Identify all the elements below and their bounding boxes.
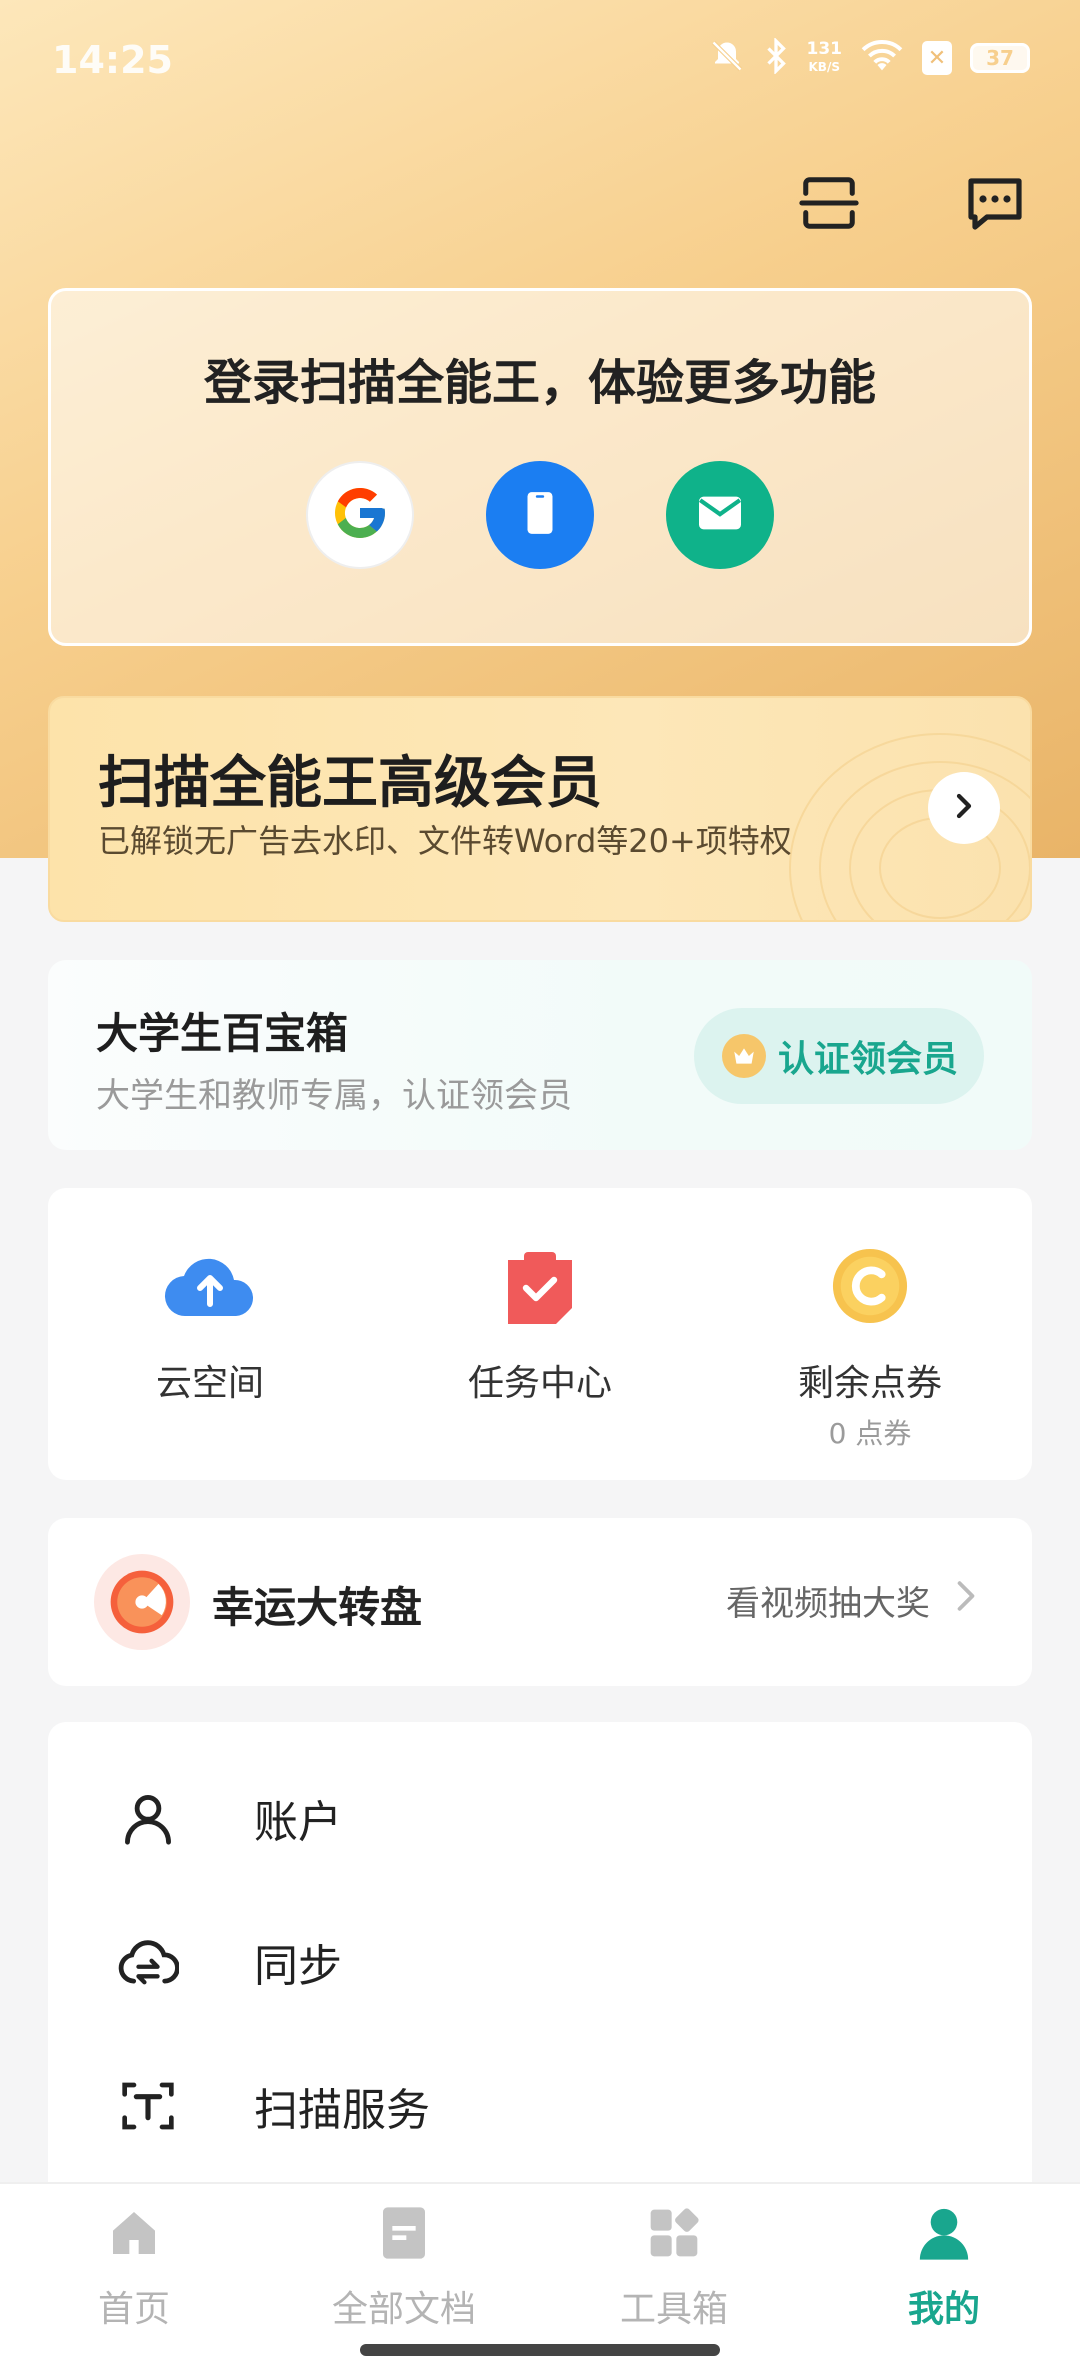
email-login-button[interactable] (666, 461, 774, 569)
tab-me-label: 我的 (907, 2289, 980, 2330)
status-time: 14:25 (52, 38, 173, 82)
coupons-count: 0 点券 (828, 1417, 912, 1450)
lucky-wheel-card[interactable]: 幸运大转盘 看视频抽大奖 (48, 1518, 1032, 1686)
crown-icon (721, 1034, 766, 1078)
vip-subtitle: 已解锁无广告去水印、文件转Word等20+项特权 (98, 822, 792, 860)
tab-home-label: 首页 (97, 2289, 170, 2330)
menu-item-sync[interactable]: 同步 (48, 1902, 1032, 2022)
tab-toolbox-label: 工具箱 (619, 2289, 728, 2330)
lucky-wheel-link-label: 看视频抽大奖 (726, 1584, 930, 1624)
net-speed-unit: KB/S (808, 60, 840, 74)
text-scan-icon (116, 2074, 180, 2138)
login-card: 登录扫描全能王，体验更多功能 (48, 288, 1032, 646)
net-speed: 131 KB/S (807, 40, 843, 76)
status-bar: 14:25 131 KB/S ✕ 37 (0, 0, 1080, 120)
vip-title: 扫描全能王高级会员 (98, 751, 602, 816)
student-title: 大学生百宝箱 (96, 1009, 349, 1058)
toolbox-icon (639, 2198, 709, 2268)
email-icon (692, 485, 748, 545)
user-icon (116, 1786, 180, 1850)
menu-label-scan-service: 扫描服务 (254, 2085, 430, 2136)
phone-login-button[interactable] (486, 461, 594, 569)
menu-label-sync: 同步 (254, 1941, 342, 1992)
coupons-label: 剩余点券 (797, 1363, 942, 1404)
student-subtitle: 大学生和教师专属，认证领会员 (96, 1076, 572, 1116)
menu-label-account: 账户 (254, 1797, 342, 1848)
cloud-upload-icon (162, 1238, 258, 1334)
student-card[interactable]: 大学生百宝箱 大学生和教师专属，认证领会员 认证领会员 (48, 960, 1032, 1150)
menu-item-account[interactable]: 账户 (48, 1758, 1032, 1878)
task-center-label: 任务中心 (467, 1363, 612, 1404)
sim-off-icon: ✕ (922, 41, 952, 75)
vip-arrow-button[interactable] (928, 772, 1000, 844)
message-icon (963, 171, 1027, 239)
profile-screen: 14:25 131 KB/S ✕ 37 登录扫描全能王，体验更多功能 扫描全能王… (0, 0, 1080, 2376)
tab-all-documents[interactable]: 全部文档 (304, 2198, 504, 2332)
bluetooth-icon (763, 37, 789, 78)
phone-icon (515, 488, 565, 542)
document-icon (369, 2198, 439, 2268)
wheel-icon (94, 1554, 190, 1650)
net-speed-value: 131 (806, 39, 843, 59)
login-title: 登录扫描全能王，体验更多功能 (203, 355, 876, 411)
tab-all-documents-label: 全部文档 (331, 2289, 476, 2330)
google-icon (330, 483, 390, 547)
coin-icon (822, 1238, 918, 1334)
status-icons: 131 KB/S ✕ 37 (709, 37, 1030, 78)
scan-button[interactable] (794, 170, 864, 240)
chevron-right-icon (954, 1580, 978, 1621)
vip-card[interactable]: 扫描全能王高级会员 已解锁无广告去水印、文件转Word等20+项特权 (48, 696, 1032, 922)
tab-me[interactable]: 我的 (844, 2198, 1044, 2332)
cloud-space-label: 云空间 (155, 1363, 264, 1404)
message-button[interactable] (960, 170, 1030, 240)
battery-icon: 37 (970, 43, 1030, 73)
home-icon (99, 2198, 169, 2268)
tab-toolbox[interactable]: 工具箱 (574, 2198, 774, 2332)
profile-icon (909, 2198, 979, 2268)
lucky-wheel-title: 幸运大转盘 (212, 1583, 423, 1632)
quick-actions: 云空间 任务中心 剩余点券 0 点券 (48, 1188, 1032, 1480)
cloud-space-item[interactable]: 云空间 (60, 1238, 360, 1406)
chevron-right-icon (949, 791, 979, 825)
task-center-item[interactable]: 任务中心 (390, 1238, 690, 1406)
home-indicator[interactable] (360, 2344, 720, 2356)
task-icon (492, 1238, 588, 1334)
coupons-item[interactable]: 剩余点券 0 点券 (720, 1238, 1020, 1452)
google-login-button[interactable] (306, 461, 414, 569)
verify-member-label: 认证领会员 (777, 1039, 958, 1080)
menu-item-scan-service[interactable]: 扫描服务 (48, 2046, 1032, 2166)
login-methods (51, 461, 1029, 569)
lucky-wheel-link[interactable]: 看视频抽大奖 (726, 1576, 978, 1625)
verify-member-button[interactable]: 认证领会员 (693, 1008, 984, 1104)
battery-level: 37 (986, 46, 1014, 70)
mute-icon (709, 38, 745, 78)
wifi-icon (860, 38, 904, 78)
cloud-sync-icon (116, 1930, 180, 1994)
tab-home[interactable]: 首页 (34, 2198, 234, 2332)
scan-icon (798, 172, 860, 238)
